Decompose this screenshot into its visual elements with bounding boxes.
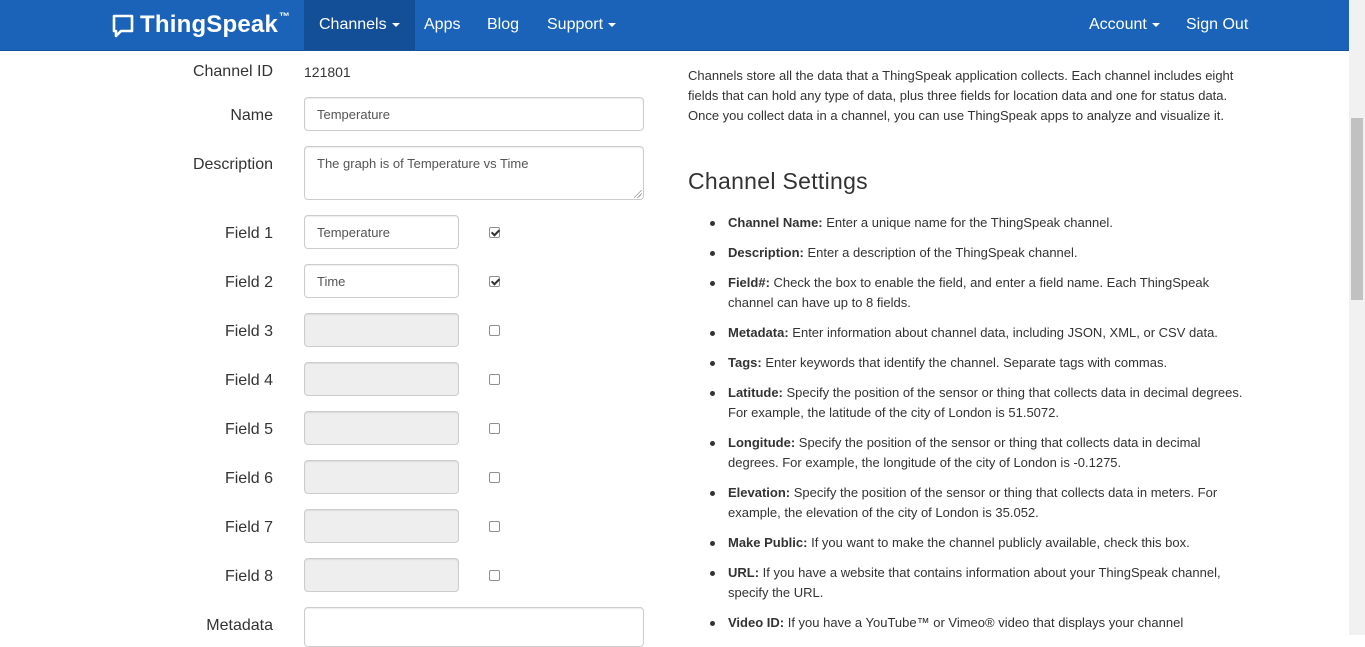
help-term: URL: <box>728 565 760 580</box>
nav-apps-label: Apps <box>424 16 461 33</box>
page-scrollbar[interactable] <box>1349 0 1365 635</box>
nav-signout-label: Sign Out <box>1186 16 1249 33</box>
name-input[interactable]: Temperature <box>304 97 644 131</box>
field-8-input[interactable] <box>304 558 459 592</box>
help-text: Specify the position of the sensor or th… <box>728 435 1201 470</box>
field-6-checkbox[interactable] <box>489 472 500 483</box>
nav-blog-label: Blog <box>487 16 520 33</box>
help-text: Enter keywords that identify the channel… <box>761 355 1168 370</box>
field-8-checkbox[interactable] <box>489 570 500 581</box>
help-item-field: Field#: Check the box to enable the fiel… <box>688 273 1248 313</box>
help-term: Field#: <box>728 275 770 290</box>
help-item-longitude: Longitude: Specify the position of the s… <box>688 433 1248 473</box>
nav-support-label: Support <box>547 16 604 33</box>
help-item-elevation: Elevation: Specify the position of the s… <box>688 483 1248 523</box>
help-item-url: URL: If you have a website that contains… <box>688 563 1248 603</box>
field-7-input[interactable] <box>304 509 459 543</box>
metadata-textarea[interactable] <box>304 607 644 647</box>
help-item-metadata: Metadata: Enter information about channe… <box>688 323 1248 343</box>
channel-intro-text: Channels store all the data that a Thing… <box>688 68 1234 123</box>
help-term: Description: <box>728 245 804 260</box>
speech-bubble-icon <box>112 14 134 38</box>
help-text: Enter a description of the ThingSpeak ch… <box>803 245 1078 260</box>
description-label: Description <box>192 156 273 173</box>
field-6-label: Field 6 <box>224 470 273 487</box>
field-4-label: Field 4 <box>224 372 273 389</box>
help-text: If you have a website that contains info… <box>728 565 1221 600</box>
channel-settings-heading: Channel Settings <box>688 168 868 194</box>
help-term: Channel Name: <box>728 215 823 230</box>
metadata-label: Metadata <box>206 617 273 634</box>
help-text: Enter a unique name for the ThingSpeak c… <box>822 215 1113 230</box>
help-term: Tags: <box>728 355 762 370</box>
help-item-description: Description: Enter a description of the … <box>688 243 1248 263</box>
top-navbar: ThingSpeak ™ Channels Apps Blog Support A… <box>0 0 1349 51</box>
help-term: Video ID: <box>728 615 785 630</box>
field-2-label: Field 2 <box>224 274 273 291</box>
help-term: Metadata: <box>728 325 789 340</box>
help-term: Elevation: <box>728 485 791 500</box>
help-text: Enter information about channel data, in… <box>788 325 1218 340</box>
channel-settings-help-list: Channel Name: Enter a unique name for th… <box>688 213 1248 643</box>
field-5-input[interactable] <box>304 411 459 445</box>
help-item-tags: Tags: Enter keywords that identify the c… <box>688 353 1248 373</box>
description-textarea[interactable]: The graph is of Temperature vs Time <box>304 146 644 200</box>
help-text: Specify the position of the sensor or th… <box>728 485 1218 520</box>
nav-signout-link[interactable]: Sign Out <box>1171 0 1263 50</box>
help-term: Latitude: <box>728 385 783 400</box>
brand-logo[interactable]: ThingSpeak ™ <box>112 11 290 39</box>
field-1-checkbox[interactable] <box>489 227 500 238</box>
field-4-checkbox[interactable] <box>489 374 500 385</box>
resize-handle-icon[interactable] <box>634 190 642 198</box>
help-item-video-id: Video ID: If you have a YouTube™ or Vime… <box>688 613 1248 633</box>
help-term: Longitude: <box>728 435 796 450</box>
caret-down-icon <box>391 22 400 27</box>
help-text: If you want to make the channel publicly… <box>807 535 1190 550</box>
field-5-label: Field 5 <box>224 421 273 438</box>
field-3-checkbox[interactable] <box>489 325 500 336</box>
nav-account-label: Account <box>1089 16 1147 33</box>
caret-down-icon <box>608 22 617 27</box>
channel-id-label: Channel ID <box>192 63 273 80</box>
help-term: Make Public: <box>728 535 808 550</box>
field-6-input[interactable] <box>304 460 459 494</box>
help-item-channel-name: Channel Name: Enter a unique name for th… <box>688 213 1248 233</box>
nav-support-dropdown[interactable]: Support <box>532 0 631 50</box>
description-text: The graph is of Temperature vs Time <box>317 156 529 171</box>
channel-id-value: 121801 <box>304 64 351 80</box>
help-item-latitude: Latitude: Specify the position of the se… <box>688 383 1248 423</box>
help-text: Specify the position of the sensor or th… <box>728 385 1243 420</box>
field-2-checkbox[interactable] <box>489 276 500 287</box>
field-1-label: Field 1 <box>224 225 273 242</box>
brand-name: ThingSpeak <box>140 11 279 38</box>
brand-trademark: ™ <box>279 11 291 23</box>
scrollbar-thumb[interactable] <box>1351 118 1363 300</box>
help-text: If you have a YouTube™ or Vimeo® video t… <box>784 615 1184 630</box>
field-7-label: Field 7 <box>224 519 273 536</box>
nav-channels-label: Channels <box>319 16 387 33</box>
nav-account-dropdown[interactable]: Account <box>1074 0 1175 50</box>
help-text: Check the box to enable the field, and e… <box>728 275 1210 310</box>
field-5-checkbox[interactable] <box>489 423 500 434</box>
nav-channels-dropdown[interactable]: Channels <box>304 0 415 50</box>
field-3-label: Field 3 <box>224 323 273 340</box>
field-1-input[interactable]: Temperature <box>304 215 459 249</box>
caret-down-icon <box>1151 22 1160 27</box>
name-label: Name <box>230 107 273 124</box>
nav-blog-link[interactable]: Blog <box>472 0 534 50</box>
help-item-make-public: Make Public: If you want to make the cha… <box>688 533 1248 553</box>
field-8-label: Field 8 <box>224 568 273 585</box>
field-4-input[interactable] <box>304 362 459 396</box>
field-2-input[interactable]: Time <box>304 264 459 298</box>
field-7-checkbox[interactable] <box>489 521 500 532</box>
nav-apps-link[interactable]: Apps <box>409 0 475 50</box>
field-3-input[interactable] <box>304 313 459 347</box>
